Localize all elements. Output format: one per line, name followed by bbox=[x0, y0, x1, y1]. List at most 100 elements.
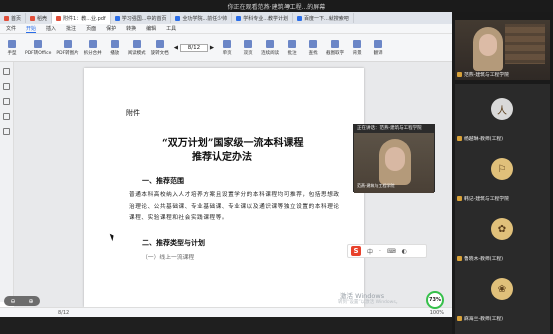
participant-name: 范燕-建筑与工程学院 bbox=[464, 73, 509, 78]
search-panel-icon[interactable] bbox=[3, 128, 10, 135]
tab-favicon-icon bbox=[30, 15, 36, 21]
menu-item-4[interactable]: 页面 bbox=[86, 25, 96, 32]
participant-name: 杨越琳-教师(工程) bbox=[464, 137, 504, 142]
participants-panel: 范燕-建筑与工程学院 人 杨越琳-教师(工程) ⚐ 韩记-建筑与工程学院 ✿ 鲁… bbox=[452, 12, 553, 334]
mic-icon bbox=[457, 256, 462, 261]
tab-3[interactable]: 学习强国...中的首页 bbox=[111, 13, 172, 23]
speaker-video-overlay[interactable]: 正在讲话：范燕-建筑与工程学院 范燕-建筑与工程学院 bbox=[353, 124, 435, 193]
zoom-control[interactable]: ⊖ ⊕ bbox=[4, 296, 40, 306]
annotate-button[interactable]: 批注 bbox=[284, 39, 300, 56]
double-page-button[interactable]: 双页 bbox=[240, 39, 256, 56]
avatar: 人 bbox=[491, 98, 513, 120]
tab-2[interactable]: 附件1：教...业.pdf bbox=[52, 12, 111, 24]
find-button[interactable]: 查找 bbox=[305, 39, 321, 56]
bottom-bar bbox=[0, 317, 452, 334]
participant-tile[interactable]: ⚐ 韩记-建筑与工程学院 bbox=[455, 144, 550, 204]
participant-tile[interactable]: ✿ 鲁晓木-教师(工程) bbox=[455, 204, 550, 264]
status-zoom[interactable]: 100% bbox=[430, 310, 444, 316]
status-bar: 8/12 100% bbox=[0, 307, 452, 317]
menu-item-2[interactable]: 插入 bbox=[46, 25, 56, 32]
tab-label: 学习强国...中的首页 bbox=[121, 15, 167, 22]
mic-icon bbox=[457, 136, 462, 141]
menu-item-8[interactable]: 工具 bbox=[166, 25, 176, 32]
rotate-icon bbox=[155, 39, 164, 48]
tab-favicon-icon bbox=[297, 15, 303, 21]
ime-toolbar[interactable]: S 中 · ⌨ ◐ bbox=[347, 244, 427, 258]
sogou-logo-icon: S bbox=[351, 246, 361, 256]
continuous-read-button[interactable]: 连续阅读 bbox=[261, 39, 279, 56]
page-navigator: ◀ 8/12 ▶ bbox=[174, 43, 214, 52]
mic-icon bbox=[457, 316, 462, 321]
keyboard-icon[interactable]: ⌨ bbox=[387, 248, 396, 255]
pdf-to-office-button[interactable]: PDF转Office bbox=[25, 39, 51, 56]
next-page-icon[interactable]: ▶ bbox=[210, 45, 214, 51]
participant-tile[interactable]: 人 杨越琳-教师(工程) bbox=[455, 84, 550, 144]
menu-item-1[interactable]: 开始 bbox=[26, 25, 37, 33]
menu-item-7[interactable]: 编辑 bbox=[146, 25, 156, 32]
play-button[interactable]: 播放 bbox=[107, 39, 123, 56]
screenshot-button[interactable]: 截图取字 bbox=[326, 39, 344, 56]
avatar: ⚐ bbox=[491, 158, 513, 180]
network-speed-indicator: 73% bbox=[426, 291, 444, 309]
tab-favicon-icon bbox=[236, 15, 242, 21]
translate-icon bbox=[374, 39, 383, 48]
zoom-in-icon[interactable]: ⊕ bbox=[28, 298, 33, 305]
thumbnail-icon[interactable] bbox=[3, 68, 10, 75]
tab-4[interactable]: 全功学院...前任少帅 bbox=[171, 13, 233, 23]
hand-icon bbox=[8, 39, 16, 48]
prev-page-icon[interactable]: ◀ bbox=[174, 45, 178, 51]
mic-icon bbox=[457, 196, 462, 201]
pdf-to-image-button[interactable]: PDF转图片 bbox=[56, 39, 79, 56]
background-button[interactable]: 背景 bbox=[349, 39, 365, 56]
menu-item-0[interactable]: 文件 bbox=[6, 25, 16, 32]
ime-punct-toggle[interactable]: · bbox=[379, 248, 381, 255]
annotate-icon bbox=[288, 39, 297, 48]
mic-icon bbox=[457, 72, 462, 77]
split-merge-button[interactable]: 拆分合并 bbox=[84, 39, 102, 56]
rotate-button[interactable]: 旋转文档 bbox=[151, 39, 169, 56]
participant-tile[interactable]: ❀ 麻海兰-教师(工程) bbox=[455, 264, 550, 324]
tab-5[interactable]: 学科专业...教学计划 bbox=[232, 13, 294, 23]
read-mode-button[interactable]: 阅读模式 bbox=[128, 39, 146, 56]
menu-bar: 文件 开始 插入 批注 页面 保护 转换 编辑 工具 bbox=[0, 24, 452, 34]
bookmark-icon[interactable] bbox=[3, 83, 10, 90]
single-page-icon bbox=[223, 39, 232, 48]
screen-share-banner: 你正在观看范燕·建筑与工程...的屏幕 bbox=[0, 0, 553, 12]
hand-tool-button[interactable]: 手型 bbox=[4, 39, 20, 56]
browser-tabbar: 首页 稻壳 附件1：教...业.pdf 学习强国...中的首页 全功学院...前任少帅 学… bbox=[0, 12, 452, 24]
split-icon bbox=[88, 39, 97, 48]
menu-item-6[interactable]: 转换 bbox=[126, 25, 136, 32]
page-input[interactable]: 8/12 bbox=[179, 43, 208, 52]
menu-item-3[interactable]: 批注 bbox=[66, 25, 76, 32]
double-page-icon bbox=[244, 39, 253, 48]
screen-share-title: 你正在观看范燕·建筑与工程...的屏幕 bbox=[227, 3, 326, 11]
comment-icon[interactable] bbox=[3, 98, 10, 105]
ime-chinese-toggle[interactable]: 中 bbox=[367, 247, 373, 256]
tab-favicon-icon bbox=[175, 15, 181, 21]
translate-button[interactable]: 翻译 bbox=[370, 39, 386, 56]
book-icon bbox=[132, 39, 141, 48]
left-sidebar bbox=[0, 62, 14, 302]
avatar: ❀ bbox=[491, 278, 513, 300]
tab-favicon-icon bbox=[4, 15, 9, 21]
subsection-heading: （一）线上一流课程 bbox=[142, 255, 195, 261]
ribbon-toolbar: 手型 PDF转Office PDF转图片 拆分合并 播放 阅读模式 旋转文档 ◀… bbox=[0, 34, 452, 62]
participant-tile[interactable] bbox=[455, 324, 550, 334]
tab-favicon-icon bbox=[56, 15, 62, 21]
avatar: ✿ bbox=[491, 218, 513, 240]
participant-tile[interactable]: 范燕-建筑与工程学院 bbox=[455, 20, 550, 80]
single-page-button[interactable]: 单页 bbox=[219, 39, 235, 56]
doc-title-line2: 推荐认定办法 bbox=[192, 152, 252, 163]
image-icon bbox=[63, 39, 72, 48]
zoom-out-icon[interactable]: ⊖ bbox=[10, 298, 15, 305]
tab-1[interactable]: 稻壳 bbox=[26, 13, 53, 23]
attachment-icon[interactable] bbox=[3, 113, 10, 120]
tab-0[interactable]: 首页 bbox=[0, 13, 27, 23]
participant-face bbox=[479, 34, 497, 56]
tab-label: 百度一下...就搜索吧 bbox=[304, 15, 349, 22]
doc-title-line1: “双万计划”国家级一流本科课程 bbox=[162, 138, 304, 149]
tab-label: 首页 bbox=[11, 15, 22, 22]
menu-item-5[interactable]: 保护 bbox=[106, 25, 116, 32]
tab-6[interactable]: 百度一下...就搜索吧 bbox=[293, 13, 354, 23]
skin-icon[interactable]: ◐ bbox=[402, 248, 407, 255]
